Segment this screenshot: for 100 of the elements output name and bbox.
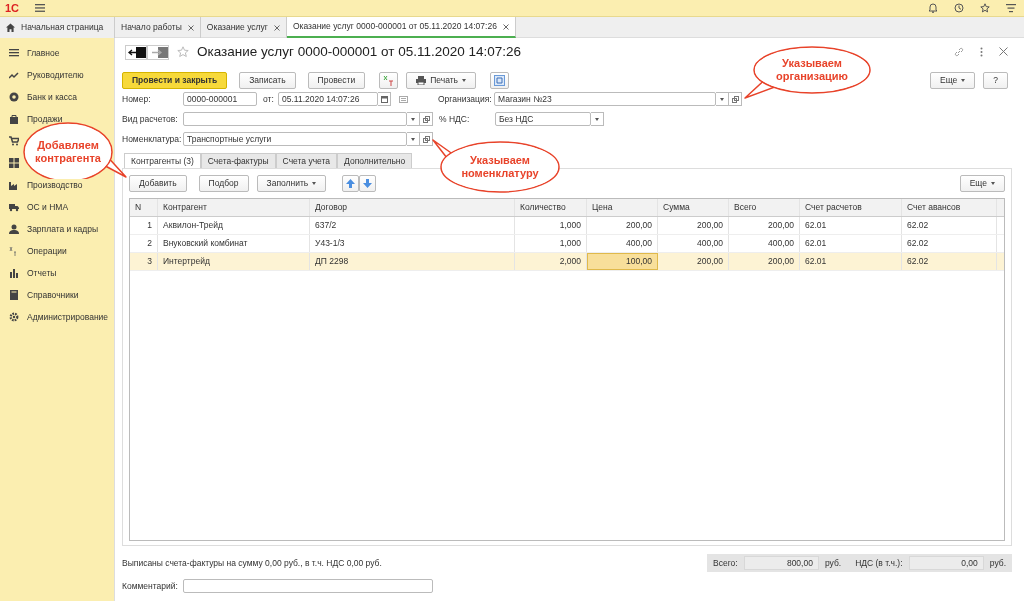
dropdown-button[interactable] xyxy=(407,132,420,147)
more-button[interactable]: Еще xyxy=(959,175,1005,193)
dropdown-button[interactable] xyxy=(591,112,604,127)
toolbar-button[interactable]: Провести xyxy=(307,72,366,90)
toolbar-button[interactable]: Записать xyxy=(239,72,296,90)
truck-icon[interactable] xyxy=(9,202,19,212)
window-tab[interactable]: Оказание услуг 0000-000001 от 05.11.2020 14:07:26 xyxy=(286,17,516,38)
comment-field[interactable] xyxy=(183,579,433,594)
cart-icon[interactable] xyxy=(9,136,19,146)
person-icon[interactable] xyxy=(9,224,19,234)
bell-icon[interactable] xyxy=(928,3,938,13)
tab[interactable]: Счета учета xyxy=(275,153,338,169)
close-icon[interactable] xyxy=(273,24,280,31)
input-field[interactable]: Транспортные услуги xyxy=(183,132,407,147)
column-header[interactable]: Цена xyxy=(587,199,658,217)
post-and-close-button[interactable]: Провести и закрыть xyxy=(122,72,228,90)
tab[interactable]: Счета-фактуры xyxy=(200,153,276,169)
input-field[interactable]: Без НДС xyxy=(495,112,591,127)
bar-chart-icon[interactable] xyxy=(9,268,19,278)
input-field[interactable] xyxy=(183,112,407,127)
sidebar-item[interactable]: Администрирование xyxy=(27,310,109,324)
window-tab[interactable]: Начало работы xyxy=(115,17,201,38)
factory-icon[interactable] xyxy=(9,180,19,190)
column-header[interactable]: Счет расчетов xyxy=(800,199,902,217)
move-up-button[interactable] xyxy=(342,175,360,193)
arrow-down-icon xyxy=(363,179,373,189)
close-icon[interactable] xyxy=(187,24,194,31)
column-header[interactable]: Договор xyxy=(310,199,515,217)
input-field[interactable]: 0000-000001 xyxy=(183,92,257,107)
menu-icon[interactable] xyxy=(9,48,19,58)
bag-icon[interactable] xyxy=(9,114,19,124)
window-tab[interactable]: Начальная страница xyxy=(0,17,115,38)
link-icon[interactable] xyxy=(954,47,964,58)
tab[interactable]: Контрагенты (3) xyxy=(124,153,201,169)
move-down-button[interactable] xyxy=(359,175,377,193)
sidebar-item[interactable]: Зарплата и кадры xyxy=(27,222,99,236)
dropdown-button[interactable] xyxy=(716,92,729,107)
close-icon[interactable] xyxy=(502,23,509,30)
dt-kt-icon[interactable] xyxy=(9,246,19,256)
sidebar-item[interactable]: Справочники xyxy=(27,288,79,302)
menu-icon[interactable] xyxy=(35,4,46,12)
column-header[interactable]: N xyxy=(130,199,158,217)
sidebar-item[interactable]: Банк и касса xyxy=(27,90,78,104)
coin-icon[interactable] xyxy=(9,92,19,102)
sidebar-item[interactable]: ОС и НМА xyxy=(27,200,69,214)
column-header[interactable]: Счет авансов xyxy=(902,199,997,217)
more-button[interactable]: Еще xyxy=(929,72,976,90)
gear-icon[interactable] xyxy=(9,312,19,322)
column-header[interactable]: Количество xyxy=(515,199,587,217)
structure-button[interactable] xyxy=(490,72,510,90)
logo: 1С xyxy=(5,0,20,16)
more-icon[interactable] xyxy=(980,47,983,58)
field-label: Организация: xyxy=(438,92,493,106)
field-label: НДС (в т.ч.): xyxy=(855,556,903,570)
table-cell: Аквилон-Трейд xyxy=(158,217,310,235)
sidebar-item[interactable]: Главное xyxy=(27,46,60,60)
trend-icon[interactable] xyxy=(9,70,19,80)
open-button[interactable] xyxy=(729,92,742,107)
column-header[interactable]: Всего xyxy=(729,199,800,217)
table-row[interactable]: 3 Интертрейд ДП 2298 2,000 100,00 200,00 200,00 62.01 62.02 xyxy=(130,253,1004,272)
tab[interactable]: Дополнительно xyxy=(337,153,413,169)
close-icon[interactable] xyxy=(999,47,1008,57)
table-row[interactable]: 1 Аквилон-Трейд 637/2 1,000 200,00 200,00 200,00 62.01 62.02 xyxy=(130,217,1004,236)
book-icon[interactable] xyxy=(9,290,19,300)
calendar-button[interactable] xyxy=(378,92,391,107)
callout-text: Указываем номенклатуру xyxy=(460,154,540,180)
table-cell: 62.02 xyxy=(902,235,997,253)
open-button[interactable] xyxy=(420,112,433,127)
caret-icon xyxy=(462,79,467,83)
column-header[interactable]: Контрагент xyxy=(158,199,310,217)
history-icon[interactable] xyxy=(954,3,964,13)
input-field[interactable]: 05.11.2020 14:07:26 xyxy=(278,92,378,107)
column-header[interactable]: Сумма xyxy=(658,199,729,217)
grid-icon[interactable] xyxy=(9,158,19,168)
sidebar-item[interactable]: Операции xyxy=(27,244,67,258)
open-button[interactable] xyxy=(420,132,433,147)
add-button[interactable]: Добавить xyxy=(129,175,187,193)
calendar-icon xyxy=(380,95,388,103)
window-tab[interactable]: Оказание услуг xyxy=(200,17,287,38)
field-label: от: xyxy=(263,92,275,106)
table-cell: 1,000 xyxy=(515,217,587,235)
table-cell: 200,00 xyxy=(658,217,729,235)
input-field[interactable]: Магазин №23 xyxy=(494,92,716,107)
caret-icon xyxy=(411,117,415,121)
sidebar-item[interactable]: Отчеты xyxy=(27,266,57,280)
field-label: Вид расчетов: xyxy=(122,112,179,126)
star-icon[interactable] xyxy=(177,46,189,59)
menu-icon[interactable] xyxy=(1006,3,1016,13)
fill-button[interactable]: Заполнить xyxy=(256,175,327,193)
sidebar-item[interactable]: Продажи xyxy=(27,112,63,126)
help-button[interactable]: ? xyxy=(983,72,1008,90)
sidebar-item[interactable]: Руководителю xyxy=(27,68,84,82)
field-label: Номер: xyxy=(122,92,152,106)
table-cell: 200,00 xyxy=(729,253,800,271)
pick-button[interactable]: Подбор xyxy=(198,175,249,193)
table-cell: Внуковский комбинат xyxy=(158,235,310,253)
star-icon[interactable] xyxy=(980,3,990,13)
print-button[interactable]: Печать xyxy=(406,72,477,90)
sidebar-item[interactable]: Производство xyxy=(27,178,83,192)
dropdown-button[interactable] xyxy=(407,112,420,127)
